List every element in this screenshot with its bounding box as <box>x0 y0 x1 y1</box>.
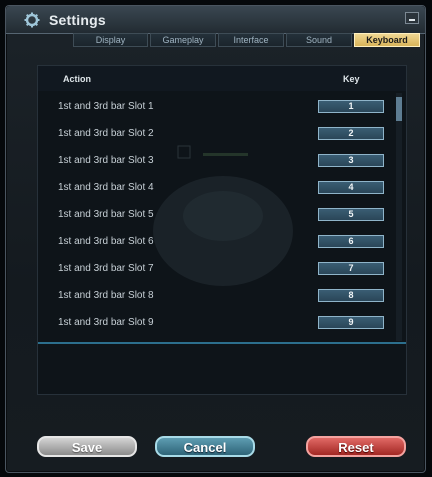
tab-bar: Display Gameplay Interface Sound Keyboar… <box>73 33 422 48</box>
key-binding-button[interactable]: 6 <box>318 235 384 248</box>
key-binding-button[interactable]: 8 <box>318 289 384 302</box>
tab-interface[interactable]: Interface <box>218 33 284 47</box>
cancel-button[interactable]: Cancel <box>155 436 255 457</box>
column-header-action: Action <box>63 74 91 84</box>
settings-window: Settings Display Gameplay Interface Soun… <box>5 5 426 473</box>
table-row[interactable]: 1st and 3rd bar Slot 1 1 <box>38 93 393 120</box>
key-binding-button[interactable]: 5 <box>318 208 384 221</box>
action-label: 1st and 3rd bar Slot 6 <box>58 236 154 247</box>
keybinding-panel: Action Key 1st and 3rd bar Slot 1 1 1st … <box>37 65 407 395</box>
title-bar[interactable]: Settings <box>6 6 425 34</box>
action-label: 1st and 3rd bar Slot 7 <box>58 263 154 274</box>
minimize-button[interactable] <box>405 12 419 24</box>
tab-display[interactable]: Display <box>73 33 148 47</box>
key-binding-button[interactable]: 3 <box>318 154 384 167</box>
window-title: Settings <box>49 12 106 28</box>
action-label: 1st and 3rd bar Slot 8 <box>58 290 154 301</box>
list-separator <box>38 342 406 344</box>
action-label: 1st and 3rd bar Slot 9 <box>58 317 154 328</box>
table-row[interactable]: 1st and 3rd bar Slot 2 2 <box>38 120 393 147</box>
gear-icon <box>24 12 40 28</box>
column-header-key: Key <box>343 74 360 84</box>
table-header: Action Key <box>38 66 406 91</box>
scrollbar-thumb[interactable] <box>396 97 402 121</box>
tab-gameplay[interactable]: Gameplay <box>150 33 216 47</box>
tab-keyboard[interactable]: Keyboard <box>354 33 420 47</box>
key-binding-button[interactable]: 4 <box>318 181 384 194</box>
key-binding-button[interactable]: 1 <box>318 100 384 113</box>
tab-sound[interactable]: Sound <box>286 33 352 47</box>
action-label: 1st and 3rd bar Slot 1 <box>58 101 154 112</box>
key-binding-button[interactable]: 7 <box>318 262 384 275</box>
table-row[interactable]: 1st and 3rd bar Slot 3 3 <box>38 147 393 174</box>
reset-button[interactable]: Reset <box>306 436 406 457</box>
table-row[interactable]: 1st and 3rd bar Slot 9 9 <box>38 309 393 336</box>
action-label: 1st and 3rd bar Slot 3 <box>58 155 154 166</box>
action-label: 1st and 3rd bar Slot 4 <box>58 182 154 193</box>
table-row[interactable]: 1st and 3rd bar Slot 6 6 <box>38 228 393 255</box>
scrollbar[interactable] <box>396 93 402 341</box>
table-row[interactable]: 1st and 3rd bar Slot 5 5 <box>38 201 393 228</box>
action-label: 1st and 3rd bar Slot 2 <box>58 128 154 139</box>
table-row[interactable]: 1st and 3rd bar Slot 8 8 <box>38 282 393 309</box>
table-row[interactable]: 1st and 3rd bar Slot 7 7 <box>38 255 393 282</box>
table-row[interactable]: 1st and 3rd bar Slot 4 4 <box>38 174 393 201</box>
save-button[interactable]: Save <box>37 436 137 457</box>
action-label: 1st and 3rd bar Slot 5 <box>58 209 154 220</box>
key-binding-button[interactable]: 2 <box>318 127 384 140</box>
key-binding-button[interactable]: 9 <box>318 316 384 329</box>
